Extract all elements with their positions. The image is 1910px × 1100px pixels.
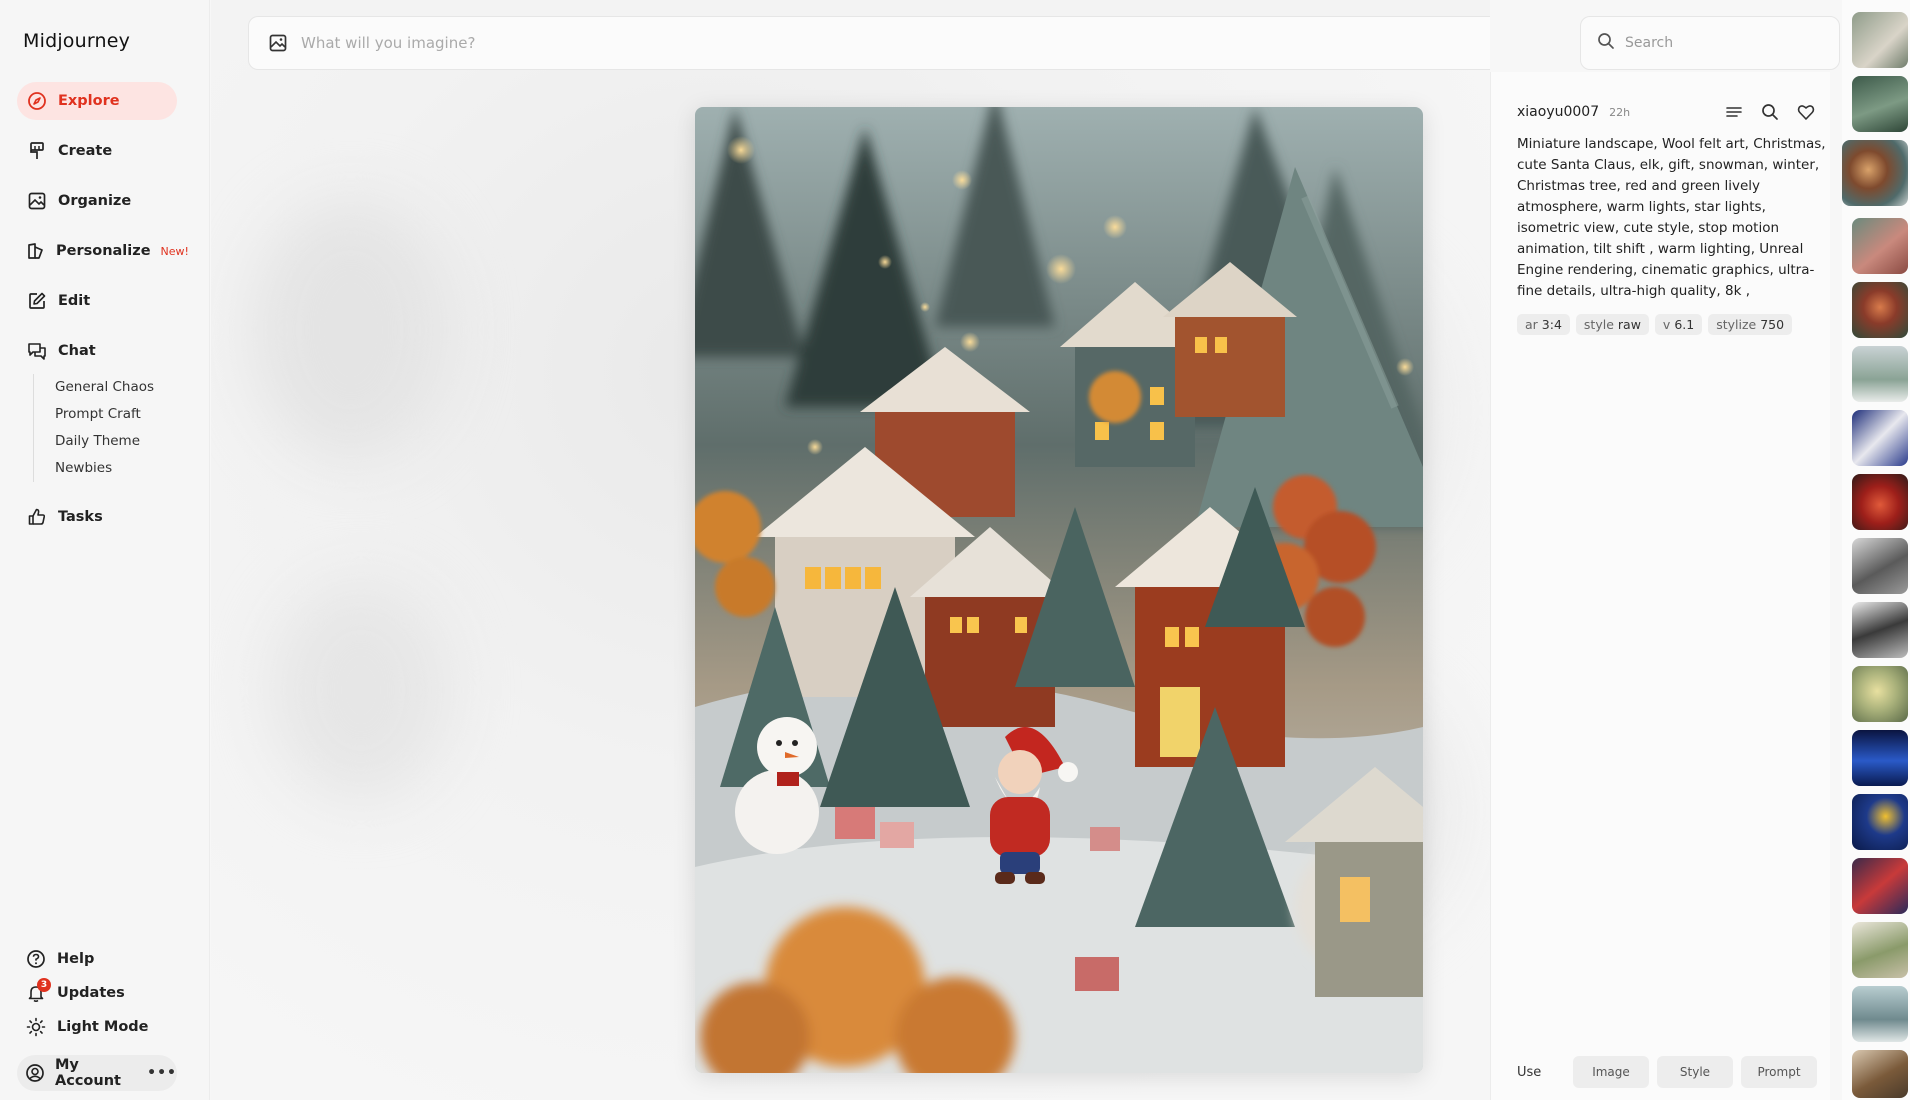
- chat-bubbles-icon: [26, 340, 48, 362]
- thumbs-up-icon: [26, 506, 48, 528]
- detail-actions: [1723, 101, 1817, 123]
- thumbnail[interactable]: [1852, 858, 1908, 914]
- thumbnail[interactable]: [1852, 410, 1908, 466]
- sidebar-item-organize[interactable]: Organize: [17, 182, 177, 220]
- author-name[interactable]: xiaoyu0007: [1517, 104, 1599, 120]
- help-circle-icon: [25, 948, 47, 970]
- light-mode-toggle[interactable]: Light Mode: [17, 1010, 177, 1044]
- sidebar-item-label: Tasks: [58, 509, 103, 525]
- search-input[interactable]: [1625, 35, 1823, 51]
- chat-room-daily-theme[interactable]: Daily Theme: [55, 428, 154, 455]
- thumbnail[interactable]: [1852, 602, 1908, 658]
- use-label: Use: [1517, 1064, 1542, 1080]
- app-logo[interactable]: Midjourney: [23, 30, 130, 52]
- thumbnail[interactable]: [1852, 218, 1908, 274]
- thumbnail[interactable]: [1852, 1050, 1908, 1098]
- use-style-button[interactable]: Style: [1657, 1056, 1733, 1088]
- use-prompt-button[interactable]: Prompt: [1741, 1056, 1817, 1088]
- parameter-list: ar 3:4 style raw v 6.1 stylize 750: [1517, 314, 1793, 335]
- search-bar: [1580, 16, 1840, 70]
- post-age: 22h: [1609, 105, 1631, 119]
- sidebar-item-label: Edit: [58, 293, 91, 309]
- image-detail-panel: xiaoyu0007 22h Miniature landscape, Wool…: [1490, 72, 1830, 1100]
- thumbnail[interactable]: [1852, 794, 1908, 850]
- compass-icon: [26, 90, 48, 112]
- sidebar-item-chat[interactable]: Chat: [17, 332, 177, 370]
- updates-link[interactable]: 3 Updates: [17, 976, 177, 1010]
- search-similar-icon[interactable]: [1759, 101, 1781, 123]
- sidebar-item-label: Personalize: [56, 243, 151, 259]
- sidebar-item-label: Chat: [58, 343, 96, 359]
- prompt-bar: [248, 16, 1490, 70]
- image-upload-icon[interactable]: [267, 32, 289, 54]
- updates-count-badge: 3: [37, 978, 51, 992]
- prompt-text[interactable]: Miniature landscape, Wool felt art, Chri…: [1517, 134, 1827, 302]
- bell-icon: 3: [25, 978, 51, 1004]
- sidebar-item-label: Organize: [58, 193, 132, 209]
- thumbnail[interactable]: [1852, 986, 1908, 1042]
- thumbnail-selected[interactable]: [1842, 140, 1908, 206]
- personalize-icon: [26, 240, 46, 262]
- prompt-input[interactable]: [301, 34, 1490, 52]
- thumbnail[interactable]: [1852, 666, 1908, 722]
- user-circle-icon: [25, 1062, 45, 1084]
- chat-rooms-list: General Chaos Prompt Craft Daily Theme N…: [33, 374, 154, 482]
- pencil-square-icon: [26, 290, 48, 312]
- heart-icon[interactable]: [1795, 101, 1817, 123]
- thumbnail[interactable]: [1852, 12, 1908, 68]
- thumbnail-strip: [1842, 0, 1910, 1100]
- brush-icon: [26, 140, 48, 162]
- help-label: Help: [57, 951, 95, 967]
- account-button[interactable]: My Account •••: [17, 1055, 177, 1091]
- sidebar-item-explore[interactable]: Explore: [17, 82, 177, 120]
- thumbnail[interactable]: [1852, 282, 1908, 338]
- use-image-button[interactable]: Image: [1573, 1056, 1649, 1088]
- light-mode-label: Light Mode: [57, 1019, 149, 1035]
- sidebar-item-tasks[interactable]: Tasks: [17, 498, 177, 536]
- sidebar-item-label: Explore: [58, 93, 120, 109]
- main-area: [211, 0, 1490, 1100]
- param-chip[interactable]: v 6.1: [1654, 314, 1703, 335]
- more-dots-icon[interactable]: •••: [147, 1065, 177, 1081]
- sun-icon: [25, 1016, 47, 1038]
- thumbnail[interactable]: [1852, 474, 1908, 530]
- param-chip[interactable]: stylize 750: [1708, 314, 1793, 335]
- use-buttons: Image Style Prompt: [1573, 1056, 1817, 1088]
- menu-lines-icon[interactable]: [1723, 101, 1745, 123]
- help-link[interactable]: Help: [17, 942, 177, 976]
- chat-room-general-chaos[interactable]: General Chaos: [55, 374, 154, 401]
- thumbnail[interactable]: [1852, 730, 1908, 786]
- chat-room-newbies[interactable]: Newbies: [55, 455, 154, 482]
- sidebar-item-edit[interactable]: Edit: [17, 282, 177, 320]
- updates-label: Updates: [57, 985, 125, 1001]
- chat-room-prompt-craft[interactable]: Prompt Craft: [55, 401, 154, 428]
- thumbnail[interactable]: [1852, 538, 1908, 594]
- use-row: Use Image Style Prompt: [1517, 1056, 1817, 1088]
- main-artwork-image[interactable]: [695, 107, 1423, 1073]
- author-row: xiaoyu0007 22h: [1517, 100, 1817, 124]
- sidebar-item-create[interactable]: Create: [17, 132, 177, 170]
- new-badge: New!: [160, 244, 189, 258]
- search-icon: [1597, 32, 1615, 54]
- param-chip[interactable]: ar 3:4: [1517, 314, 1570, 335]
- param-chip[interactable]: style raw: [1575, 314, 1649, 335]
- image-icon: [26, 190, 48, 212]
- sidebar-item-personalize[interactable]: Personalize New!: [17, 232, 189, 270]
- sidebar-item-label: Create: [58, 143, 113, 159]
- account-label: My Account: [55, 1057, 121, 1089]
- thumbnail[interactable]: [1852, 76, 1908, 132]
- thumbnail[interactable]: [1852, 346, 1908, 402]
- thumbnail[interactable]: [1852, 922, 1908, 978]
- sidebar: Midjourney Explore Create Organize Perso…: [0, 0, 210, 1100]
